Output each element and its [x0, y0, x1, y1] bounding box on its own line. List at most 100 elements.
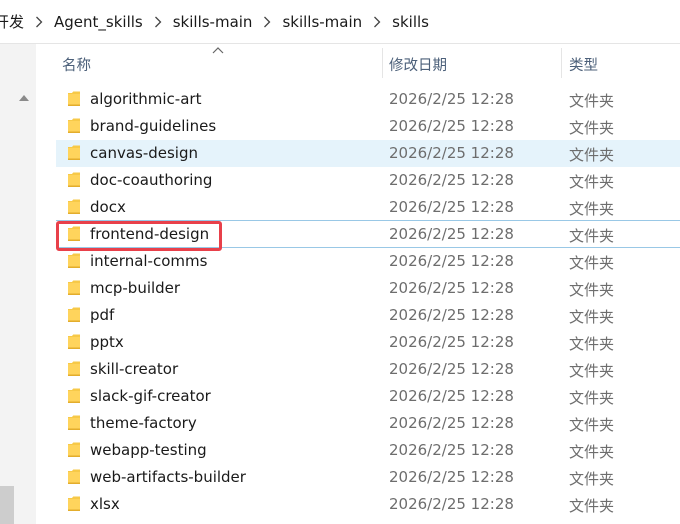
- folder-icon: [68, 253, 80, 268]
- file-date: 2026/2/25 12:28: [389, 144, 514, 162]
- folder-icon: [68, 145, 80, 160]
- folder-icon: [68, 361, 80, 376]
- folder-icon: [68, 388, 80, 403]
- navigation-pane: [0, 44, 36, 524]
- file-date: 2026/2/25 12:28: [389, 279, 514, 297]
- file-date: 2026/2/25 12:28: [389, 468, 514, 486]
- file-name: theme-factory: [90, 414, 197, 432]
- folder-icon: [68, 91, 80, 106]
- folder-icon: [68, 496, 80, 511]
- folder-icon: [68, 118, 80, 133]
- column-headers: 名称 修改日期 类型: [36, 44, 680, 82]
- file-date: 2026/2/25 12:28: [389, 90, 514, 108]
- column-header-name[interactable]: 名称: [62, 54, 91, 75]
- breadcrumb: 开发 Agent_skills skills-main skills-main …: [0, 0, 680, 44]
- file-type: 文件夹: [569, 362, 615, 380]
- chevron-right-icon[interactable]: [145, 16, 171, 28]
- file-date: 2026/2/25 12:28: [389, 252, 514, 270]
- file-name: canvas-design: [90, 144, 199, 162]
- file-type: 文件夹: [569, 308, 615, 326]
- sort-ascending-icon: [212, 47, 224, 54]
- file-date: 2026/2/25 12:28: [389, 171, 514, 189]
- file-type: 文件夹: [569, 227, 615, 245]
- list-item[interactable]: webapp-testing 2026/2/25 12:28 文件夹: [56, 437, 680, 464]
- chevron-right-icon[interactable]: [26, 16, 52, 28]
- file-type: 文件夹: [569, 443, 615, 461]
- column-divider[interactable]: [561, 48, 562, 78]
- file-name: skill-creator: [90, 360, 179, 378]
- file-type: 文件夹: [569, 119, 615, 137]
- list-item[interactable]: skill-creator 2026/2/25 12:28 文件夹: [56, 356, 680, 383]
- file-date: 2026/2/25 12:28: [389, 360, 514, 378]
- list-item[interactable]: docx 2026/2/25 12:28 文件夹: [56, 194, 680, 221]
- file-date: 2026/2/25 12:28: [389, 306, 514, 324]
- file-type: 文件夹: [569, 254, 615, 272]
- file-name: internal-comms: [90, 252, 208, 270]
- file-name: brand-guidelines: [90, 117, 217, 135]
- breadcrumb-item[interactable]: 开发: [0, 11, 26, 32]
- file-date: 2026/2/25 12:28: [389, 225, 514, 243]
- file-name: slack-gif-creator: [90, 387, 211, 405]
- folder-icon: [68, 172, 80, 187]
- file-name: xlsx: [90, 495, 120, 513]
- file-name: pptx: [90, 333, 124, 351]
- folder-icon: [68, 334, 80, 349]
- file-type: 文件夹: [569, 497, 615, 515]
- file-type: 文件夹: [569, 470, 615, 488]
- file-type: 文件夹: [569, 92, 615, 110]
- list-item[interactable]: algorithmic-art 2026/2/25 12:28 文件夹: [56, 86, 680, 113]
- folder-icon: [68, 442, 80, 457]
- file-type: 文件夹: [569, 281, 615, 299]
- folder-icon: [68, 280, 80, 295]
- breadcrumb-item[interactable]: skills-main: [280, 13, 364, 31]
- list-item[interactable]: pptx 2026/2/25 12:28 文件夹: [56, 329, 680, 356]
- column-header-type[interactable]: 类型: [569, 54, 598, 75]
- file-date: 2026/2/25 12:28: [389, 441, 514, 459]
- file-name: algorithmic-art: [90, 90, 202, 108]
- file-type: 文件夹: [569, 200, 615, 218]
- list-item[interactable]: doc-coauthoring 2026/2/25 12:28 文件夹: [56, 167, 680, 194]
- file-name: doc-coauthoring: [90, 171, 213, 189]
- list-item[interactable]: xlsx 2026/2/25 12:28 文件夹: [56, 491, 680, 518]
- column-divider[interactable]: [382, 48, 383, 78]
- file-date: 2026/2/25 12:28: [389, 495, 514, 513]
- list-item-selected[interactable]: frontend-design 2026/2/25 12:28 文件夹: [56, 220, 680, 248]
- list-item[interactable]: web-artifacts-builder 2026/2/25 12:28 文件…: [56, 464, 680, 491]
- list-item[interactable]: mcp-builder 2026/2/25 12:28 文件夹: [56, 275, 680, 302]
- file-name: web-artifacts-builder: [90, 468, 246, 486]
- breadcrumb-item[interactable]: Agent_skills: [52, 13, 145, 31]
- file-date: 2026/2/25 12:28: [389, 387, 514, 405]
- file-name: docx: [90, 198, 126, 216]
- list-item[interactable]: theme-factory 2026/2/25 12:28 文件夹: [56, 410, 680, 437]
- file-type: 文件夹: [569, 173, 615, 191]
- folder-icon: [68, 415, 80, 430]
- file-date: 2026/2/25 12:28: [389, 117, 514, 135]
- list-item[interactable]: canvas-design 2026/2/25 12:28 文件夹: [56, 140, 680, 167]
- list-item[interactable]: brand-guidelines 2026/2/25 12:28 文件夹: [56, 113, 680, 140]
- file-name: pdf: [90, 306, 115, 324]
- chevron-right-icon[interactable]: [254, 16, 280, 28]
- list-item[interactable]: internal-comms 2026/2/25 12:28 文件夹: [56, 248, 680, 275]
- breadcrumb-item[interactable]: skills-main: [171, 13, 255, 31]
- list-item[interactable]: pdf 2026/2/25 12:28 文件夹: [56, 302, 680, 329]
- file-type: 文件夹: [569, 335, 615, 353]
- file-date: 2026/2/25 12:28: [389, 333, 514, 351]
- folder-icon: [68, 226, 80, 241]
- scrollbar-thumb[interactable]: [0, 486, 14, 524]
- column-header-date[interactable]: 修改日期: [389, 54, 447, 75]
- file-name: mcp-builder: [90, 279, 181, 297]
- folder-icon: [68, 307, 80, 322]
- folder-icon: [68, 469, 80, 484]
- file-date: 2026/2/25 12:28: [389, 198, 514, 216]
- list-item[interactable]: slack-gif-creator 2026/2/25 12:28 文件夹: [56, 383, 680, 410]
- file-name: webapp-testing: [90, 441, 207, 459]
- file-name: frontend-design: [90, 225, 210, 243]
- folder-icon: [68, 199, 80, 214]
- file-type: 文件夹: [569, 389, 615, 407]
- chevron-right-icon[interactable]: [364, 16, 390, 28]
- file-type: 文件夹: [569, 416, 615, 434]
- breadcrumb-item[interactable]: skills: [390, 13, 431, 31]
- file-date: 2026/2/25 12:28: [389, 414, 514, 432]
- file-type: 文件夹: [569, 146, 615, 164]
- scroll-up-icon[interactable]: [19, 94, 29, 102]
